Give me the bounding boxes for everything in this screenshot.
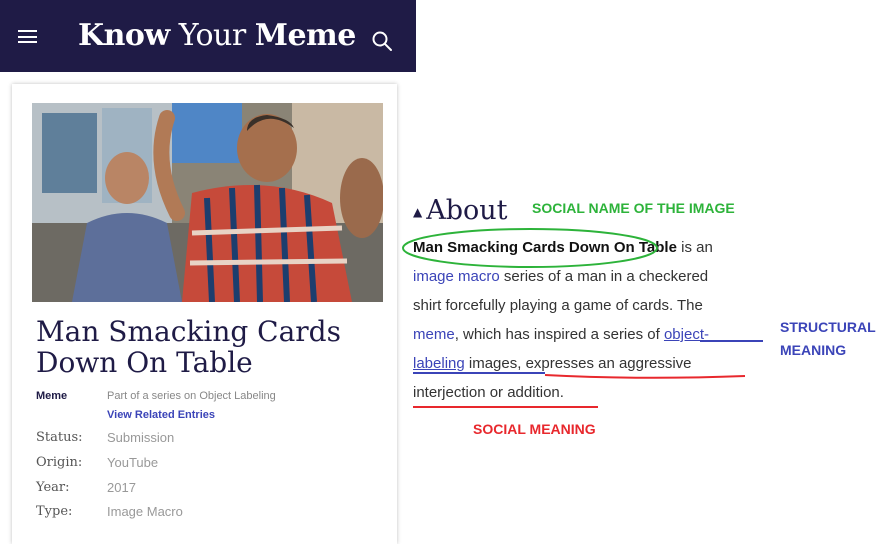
structural-annotation-line1: STRUCTURAL [780, 319, 876, 335]
structural-annotation-line2: MEANING [780, 342, 847, 358]
social-meaning-underline-1 [544, 374, 746, 379]
annotation-overlay [402, 228, 763, 408]
social-meaning-annotation: SOCIAL MEANING [473, 421, 596, 437]
social-name-ellipse [402, 228, 658, 268]
social-name-annotation: SOCIAL NAME OF THE IMAGE [532, 200, 735, 216]
